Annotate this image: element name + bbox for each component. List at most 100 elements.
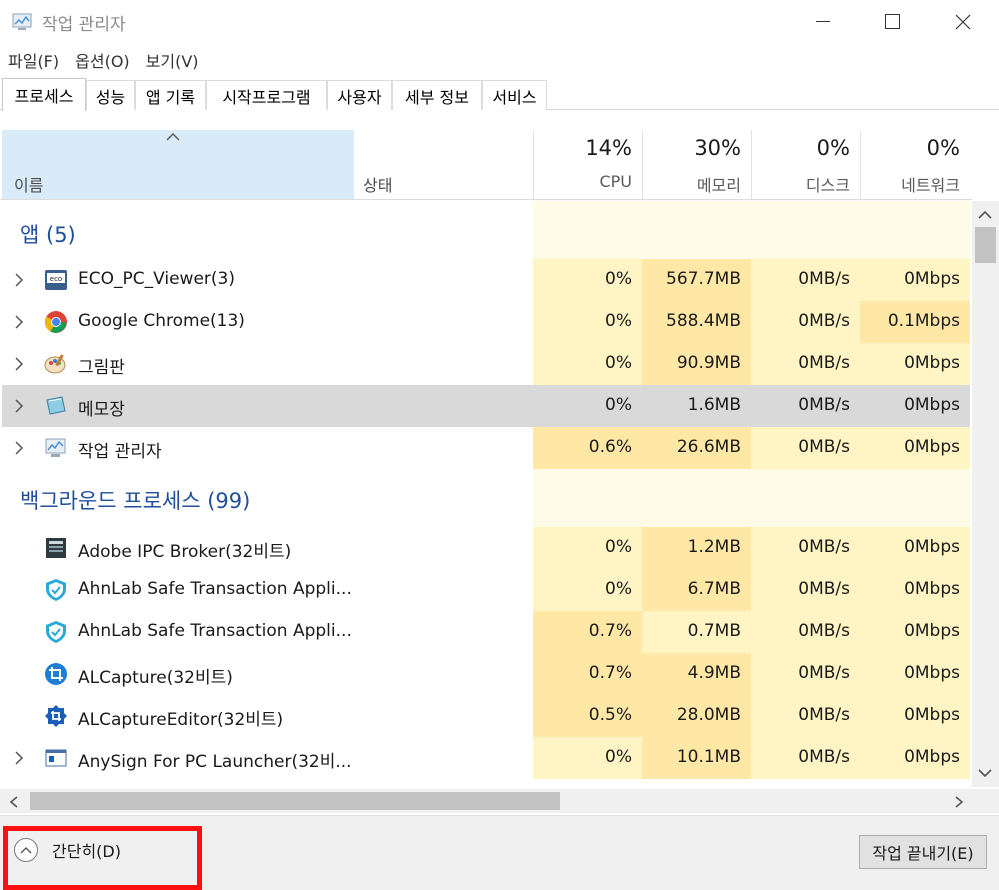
cpu-cell: 0.7% <box>533 611 642 653</box>
disk-cell: 0MB/s <box>751 695 860 737</box>
chevron-right-icon[interactable] <box>14 273 24 287</box>
table-row[interactable]: Adobe IPC Broker(32비트) 0% 1.2MB 0MB/s 0M… <box>2 527 972 569</box>
process-name: AhnLab Safe Transaction Appli... <box>78 579 352 599</box>
memory-cell: 90.9MB <box>642 343 751 385</box>
vertical-scrollbar[interactable] <box>972 201 999 787</box>
ahnlab-shield-icon <box>46 579 66 601</box>
tab-strip: 프로세스 성능 앱 기록 시작프로그램 사용자 세부 정보 서비스 <box>0 78 999 111</box>
tab-details[interactable]: 세부 정보 <box>392 80 482 110</box>
disk-cell: 0MB/s <box>751 259 860 301</box>
tab-startup[interactable]: 시작프로그램 <box>206 80 327 110</box>
minimize-button[interactable] <box>788 0 858 44</box>
table-row[interactable]: AhnLab Safe Transaction Appli... 0.7% 0.… <box>2 611 972 653</box>
cpu-cell: 0% <box>533 527 642 569</box>
scroll-up-icon[interactable] <box>976 209 994 221</box>
horizontal-scroll-thumb[interactable] <box>30 792 560 810</box>
name-cell: eco ECO_PC_Viewer(3) <box>2 259 533 301</box>
task-manager-icon <box>12 13 32 30</box>
svg-text:eco: eco <box>50 275 62 283</box>
disk-cell: 0MB/s <box>751 385 860 427</box>
cpu-cell: 0% <box>533 259 642 301</box>
memory-cell: 1.2MB <box>642 527 751 569</box>
memory-cell: 28.0MB <box>642 695 751 737</box>
table-row[interactable]: AnySign For PC Launcher(32비... 0% 10.1MB… <box>2 737 972 779</box>
disk-cell: 0MB/s <box>751 343 860 385</box>
network-cell: 0Mbps <box>860 259 970 301</box>
table-row[interactable]: 그림판 0% 90.9MB 0MB/s 0Mbps <box>2 343 972 385</box>
cpu-cell: 0.6% <box>533 427 642 469</box>
task-manager-icon <box>45 438 66 457</box>
end-task-button[interactable]: 작업 끝내기(E) <box>859 835 987 869</box>
chevron-right-icon[interactable] <box>14 315 24 329</box>
process-name: 메모장 <box>78 400 125 420</box>
menu-bar: 파일(F) 옵션(O) 보기(V) <box>0 46 207 74</box>
horizontal-scrollbar[interactable] <box>0 789 972 813</box>
memory-cell: 6.7MB <box>642 569 751 611</box>
table-row[interactable]: AhnLab Safe Transaction Appli... 0% 6.7M… <box>2 569 972 611</box>
column-network[interactable]: 0% 네트워크 <box>860 130 970 199</box>
group-header-apps[interactable]: 앱 (5) <box>2 201 972 259</box>
tab-processes[interactable]: 프로세스 <box>2 78 86 111</box>
menu-options[interactable]: 옵션(O) <box>75 46 130 74</box>
table-row[interactable]: 작업 관리자 0.6% 26.6MB 0MB/s 0Mbps <box>2 427 972 469</box>
disk-label: 디스크 <box>805 176 850 195</box>
alcapture-icon <box>45 663 67 685</box>
table-row[interactable]: ALCaptureEditor(32비트) 0.5% 28.0MB 0MB/s … <box>2 695 972 737</box>
name-cell: ALCaptureEditor(32비트) <box>2 695 533 737</box>
network-total: 0% <box>926 136 960 160</box>
cpu-total: 14% <box>585 136 632 160</box>
network-cell: 0Mbps <box>860 611 970 653</box>
scroll-left-icon[interactable] <box>8 795 20 809</box>
process-name: 그림판 <box>78 358 125 378</box>
cpu-label: CPU <box>599 172 632 191</box>
table-row[interactable]: Google Chrome(13) 0% 588.4MB 0MB/s 0.1Mb… <box>2 301 972 343</box>
column-status[interactable]: 상태 <box>363 172 392 196</box>
memory-cell: 4.9MB <box>642 653 751 695</box>
table-row[interactable]: eco ECO_PC_Viewer(3) 0% 567.7MB 0MB/s 0M… <box>2 259 972 301</box>
network-cell: 0Mbps <box>860 343 970 385</box>
group-header-background[interactable]: 백그라운드 프로세스 (99) <box>2 469 972 527</box>
column-memory[interactable]: 30% 메모리 <box>642 130 751 199</box>
chevron-right-icon[interactable] <box>14 751 24 765</box>
ahnlab-shield-icon <box>46 621 66 643</box>
chevron-right-icon[interactable] <box>14 357 24 371</box>
menu-view[interactable]: 보기(V) <box>146 46 199 74</box>
name-cell: AhnLab Safe Transaction Appli... <box>2 569 533 611</box>
tab-app-history[interactable]: 앱 기록 <box>135 80 206 110</box>
window-title: 작업 관리자 <box>42 15 126 35</box>
close-button[interactable] <box>928 0 998 44</box>
scroll-right-icon[interactable] <box>953 795 965 809</box>
scroll-down-icon[interactable] <box>976 767 994 779</box>
tab-services[interactable]: 서비스 <box>482 80 547 110</box>
disk-total: 0% <box>816 136 850 160</box>
network-cell: 0Mbps <box>860 695 970 737</box>
menu-file[interactable]: 파일(F) <box>8 46 59 74</box>
column-disk[interactable]: 0% 디스크 <box>751 130 860 199</box>
footer-bar: 간단히(D) 작업 끝내기(E) <box>0 815 999 890</box>
memory-cell: 26.6MB <box>642 427 751 469</box>
paint-icon <box>44 354 66 374</box>
disk-cell: 0MB/s <box>751 527 860 569</box>
tab-performance[interactable]: 성능 <box>86 80 135 110</box>
disk-cell: 0MB/s <box>751 301 860 343</box>
chevron-right-icon[interactable] <box>14 399 24 413</box>
memory-cell: 1.6MB <box>642 385 751 427</box>
heat-cell <box>642 469 751 527</box>
vertical-scroll-thumb[interactable] <box>975 227 996 263</box>
process-name: AhnLab Safe Transaction Appli... <box>78 621 352 641</box>
memory-cell: 567.7MB <box>642 259 751 301</box>
maximize-button[interactable] <box>858 0 928 44</box>
table-row[interactable]: ALCapture(32비트) 0.7% 4.9MB 0MB/s 0Mbps <box>2 653 972 695</box>
eco-icon: eco <box>45 270 67 290</box>
column-cpu[interactable]: 14% CPU <box>533 130 642 199</box>
disk-cell: 0MB/s <box>751 737 860 779</box>
tab-users[interactable]: 사용자 <box>327 80 392 110</box>
column-name[interactable]: 이름 <box>2 130 354 199</box>
heat-cell <box>751 469 860 527</box>
network-cell: 0.1Mbps <box>860 301 970 343</box>
process-name: 작업 관리자 <box>78 442 162 462</box>
chevron-right-icon[interactable] <box>14 441 24 455</box>
table-row[interactable]: 메모장 0% 1.6MB 0MB/s 0Mbps <box>2 385 972 427</box>
title-bar: 작업 관리자 <box>0 0 999 44</box>
name-cell: 작업 관리자 <box>2 427 533 469</box>
